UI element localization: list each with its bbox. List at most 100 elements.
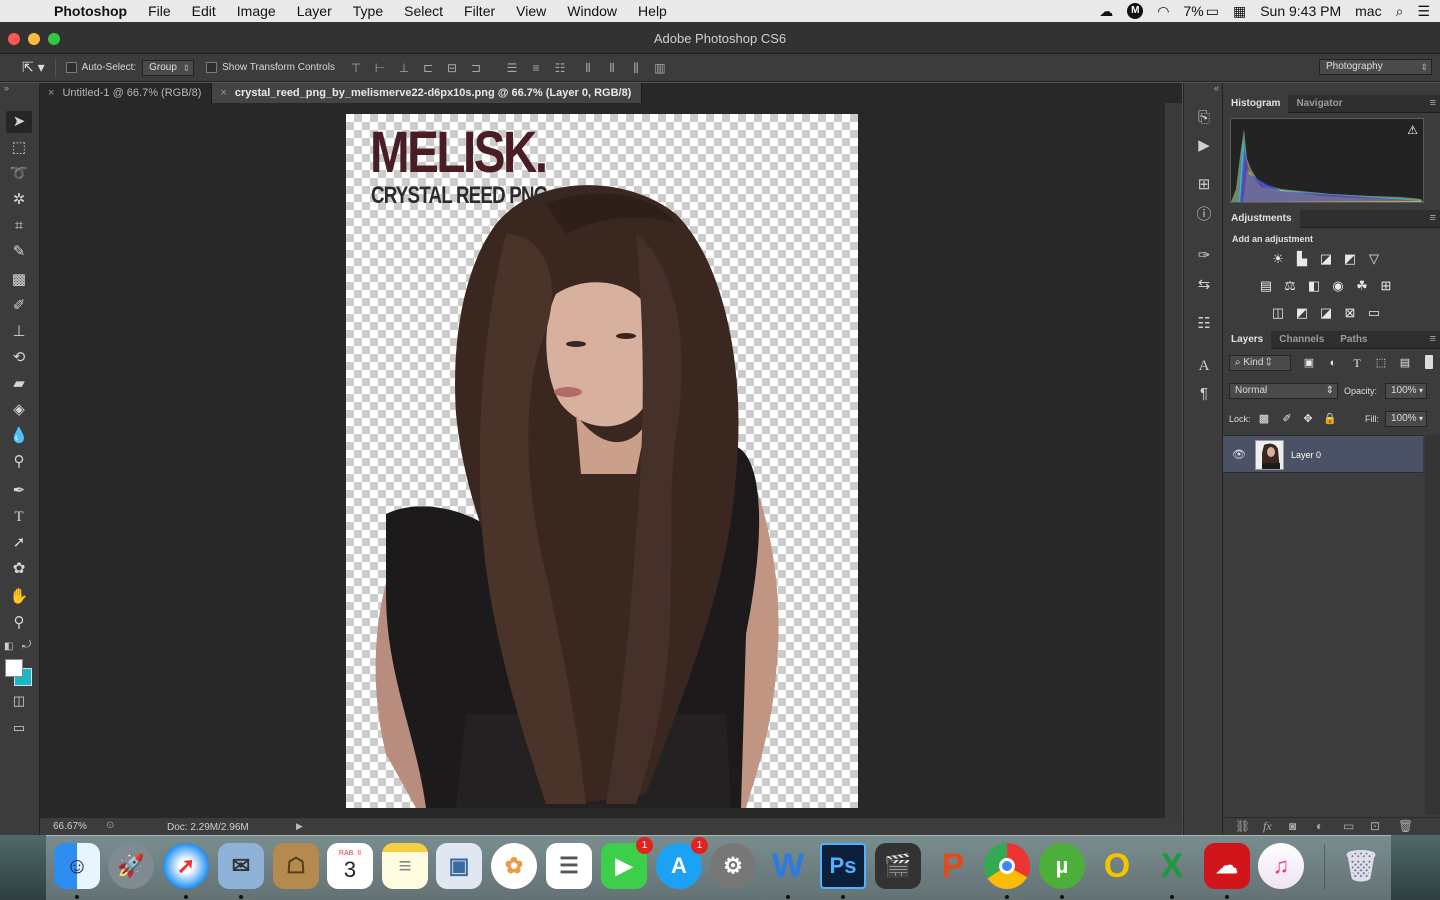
tab-navigator[interactable]: Navigator: [1288, 95, 1350, 113]
document-canvas[interactable]: MELISK. CRYSTAL REED PNG: [346, 114, 858, 808]
eyedropper-tool-icon[interactable]: ✎: [6, 241, 32, 263]
actions-panel-icon[interactable]: ▶: [1193, 135, 1215, 157]
menu-window[interactable]: Window: [567, 3, 617, 19]
dodge-tool-icon[interactable]: ⚲: [6, 451, 32, 473]
opacity-input[interactable]: 100% ▾: [1385, 383, 1427, 399]
healing-brush-tool-icon[interactable]: ▩: [6, 269, 32, 291]
new-adjustment-layer-icon[interactable]: ◐: [1316, 819, 1323, 833]
align-horizontal-center-icon[interactable]: ⊟: [445, 61, 459, 75]
collapse-panels-icon[interactable]: «: [1214, 83, 1219, 93]
menu-help[interactable]: Help: [638, 3, 667, 19]
align-right-icon[interactable]: ⊐: [469, 61, 483, 75]
character-panel-icon[interactable]: A: [1193, 355, 1215, 377]
channel-mixer-icon[interactable]: ☘: [1354, 278, 1370, 294]
screen-mode-icon[interactable]: ▭: [6, 717, 32, 739]
menu-app-photoshop[interactable]: Photoshop: [54, 3, 127, 19]
toolbar-collapse-icon[interactable]: »: [4, 83, 9, 93]
spotlight-search-icon[interactable]: ⌕: [1396, 3, 1404, 20]
blur-tool-icon[interactable]: 💧: [6, 425, 32, 447]
crop-tool-icon[interactable]: ⌗: [6, 215, 32, 237]
zoom-tool-icon[interactable]: ⚲: [6, 612, 32, 634]
close-tab-icon[interactable]: ×: [220, 87, 226, 99]
distribute-right-icon[interactable]: ⫼: [629, 61, 643, 75]
swap-colors-icon[interactable]: ⤾: [22, 639, 31, 652]
delete-layer-icon[interactable]: 🗑: [1398, 819, 1413, 833]
tab-adjustments[interactable]: Adjustments: [1223, 209, 1300, 228]
curves-icon[interactable]: ◪: [1318, 251, 1334, 267]
color-lookup-icon[interactable]: ⊞: [1378, 278, 1394, 294]
photo-booth-icon[interactable]: ▣: [436, 843, 482, 889]
calendar-menu-icon[interactable]: ▦: [1233, 3, 1246, 20]
custom-shape-tool-icon[interactable]: ✿: [6, 558, 32, 580]
finder-icon[interactable]: ☺: [54, 843, 100, 889]
app-store-icon[interactable]: A1: [656, 837, 708, 889]
black-white-icon[interactable]: ◧: [1306, 278, 1322, 294]
battery-icon[interactable]: ▭: [1206, 3, 1219, 20]
powerpoint-icon[interactable]: P: [930, 843, 976, 889]
new-group-icon[interactable]: ▭: [1343, 819, 1354, 833]
menu-layer[interactable]: Layer: [297, 3, 332, 19]
blend-mode-dropdown[interactable]: Normal ⇕: [1229, 383, 1338, 399]
default-colors-icon[interactable]: ◧: [4, 641, 13, 652]
clock[interactable]: Sun 9:43 PM: [1260, 3, 1341, 19]
exposure-icon[interactable]: ◩: [1342, 251, 1358, 267]
tab-crystal-reed[interactable]: × crystal_reed_png_by_melismerve22-d6px10…: [212, 83, 643, 103]
auto-select-dropdown[interactable]: Group: [142, 59, 195, 76]
add-mask-icon[interactable]: ◙: [1289, 819, 1296, 833]
align-top-icon[interactable]: ⊤: [349, 61, 363, 75]
move-tool-preset-icon[interactable]: ⇱ ▾: [22, 59, 45, 76]
excel-icon[interactable]: X: [1149, 843, 1195, 889]
distribute-horizontal-center-icon[interactable]: ⦀: [605, 61, 619, 75]
m-status-icon[interactable]: M: [1127, 3, 1144, 19]
filter-adjustment-icon[interactable]: ◐: [1325, 355, 1341, 371]
layer-row[interactable]: 👁 Layer 0: [1223, 435, 1423, 473]
photo-filter-icon[interactable]: ◉: [1330, 278, 1346, 294]
office-icon[interactable]: O: [1094, 843, 1140, 889]
tab-untitled-1[interactable]: × Untitled-1 @ 66.7% (RGB/8): [40, 83, 213, 103]
lock-position-icon[interactable]: ✥: [1300, 411, 1316, 427]
brush-presets-panel-icon[interactable]: ✑: [1193, 245, 1215, 267]
auto-select-checkbox[interactable]: [65, 62, 77, 73]
system-preferences-icon[interactable]: ⚙: [710, 843, 756, 889]
layers-panel-scrollbar[interactable]: [1425, 435, 1440, 815]
foreground-color-swatch[interactable]: [5, 659, 23, 677]
hand-tool-icon[interactable]: ✋: [6, 586, 32, 608]
tool-presets-panel-icon[interactable]: ⇆: [1193, 274, 1215, 296]
preview-icon[interactable]: ✉: [218, 843, 264, 889]
levels-icon[interactable]: ▙: [1294, 251, 1310, 267]
utorrent-icon[interactable]: µ: [1039, 843, 1085, 889]
clone-stamp-tool-icon[interactable]: ⊥: [6, 321, 32, 343]
distribute-bottom-icon[interactable]: ☷: [553, 61, 567, 75]
zoom-level[interactable]: 66.67%: [53, 821, 87, 832]
facetime-icon[interactable]: ▶ 1: [601, 837, 653, 889]
tab-channels[interactable]: Channels: [1271, 331, 1332, 349]
history-panel-icon[interactable]: ⎘: [1193, 107, 1215, 129]
layer-style-fx-icon[interactable]: fx: [1263, 819, 1272, 834]
move-tool-icon[interactable]: ➤: [6, 111, 32, 133]
menu-file[interactable]: File: [148, 3, 171, 19]
paragraph-panel-icon[interactable]: ¶: [1193, 383, 1215, 405]
tab-histogram[interactable]: Histogram: [1223, 94, 1289, 113]
photos-icon[interactable]: ✿: [491, 843, 537, 889]
link-layers-icon[interactable]: ⛓: [1235, 819, 1250, 833]
word-icon[interactable]: W: [765, 843, 811, 889]
menu-type[interactable]: Type: [353, 3, 383, 19]
layer-thumbnail[interactable]: [1255, 440, 1284, 470]
vibrance-icon[interactable]: ▽: [1366, 251, 1382, 267]
auto-align-layers-icon[interactable]: ▥: [653, 61, 667, 75]
gradient-map-icon[interactable]: ▭: [1366, 305, 1382, 321]
panel-menu-icon[interactable]: ≡: [1430, 97, 1436, 109]
pen-tool-icon[interactable]: ✒: [6, 480, 32, 502]
menu-image[interactable]: Image: [237, 3, 276, 19]
layer-comps-panel-icon[interactable]: ☷: [1193, 313, 1215, 335]
quick-mask-icon[interactable]: ◫: [6, 690, 32, 712]
menu-filter[interactable]: Filter: [464, 3, 495, 19]
close-tab-icon[interactable]: ×: [48, 87, 54, 99]
3d-panel-icon[interactable]: ⊞: [1193, 174, 1215, 196]
final-cut-icon[interactable]: 🎬: [875, 843, 921, 889]
threshold-icon[interactable]: ◪: [1318, 305, 1334, 321]
path-selection-tool-icon[interactable]: ➚: [6, 532, 32, 554]
photoshop-icon[interactable]: Ps: [820, 843, 866, 889]
paint-bucket-tool-icon[interactable]: ◈: [6, 399, 32, 421]
panel-menu-icon[interactable]: ≡: [1430, 212, 1436, 224]
